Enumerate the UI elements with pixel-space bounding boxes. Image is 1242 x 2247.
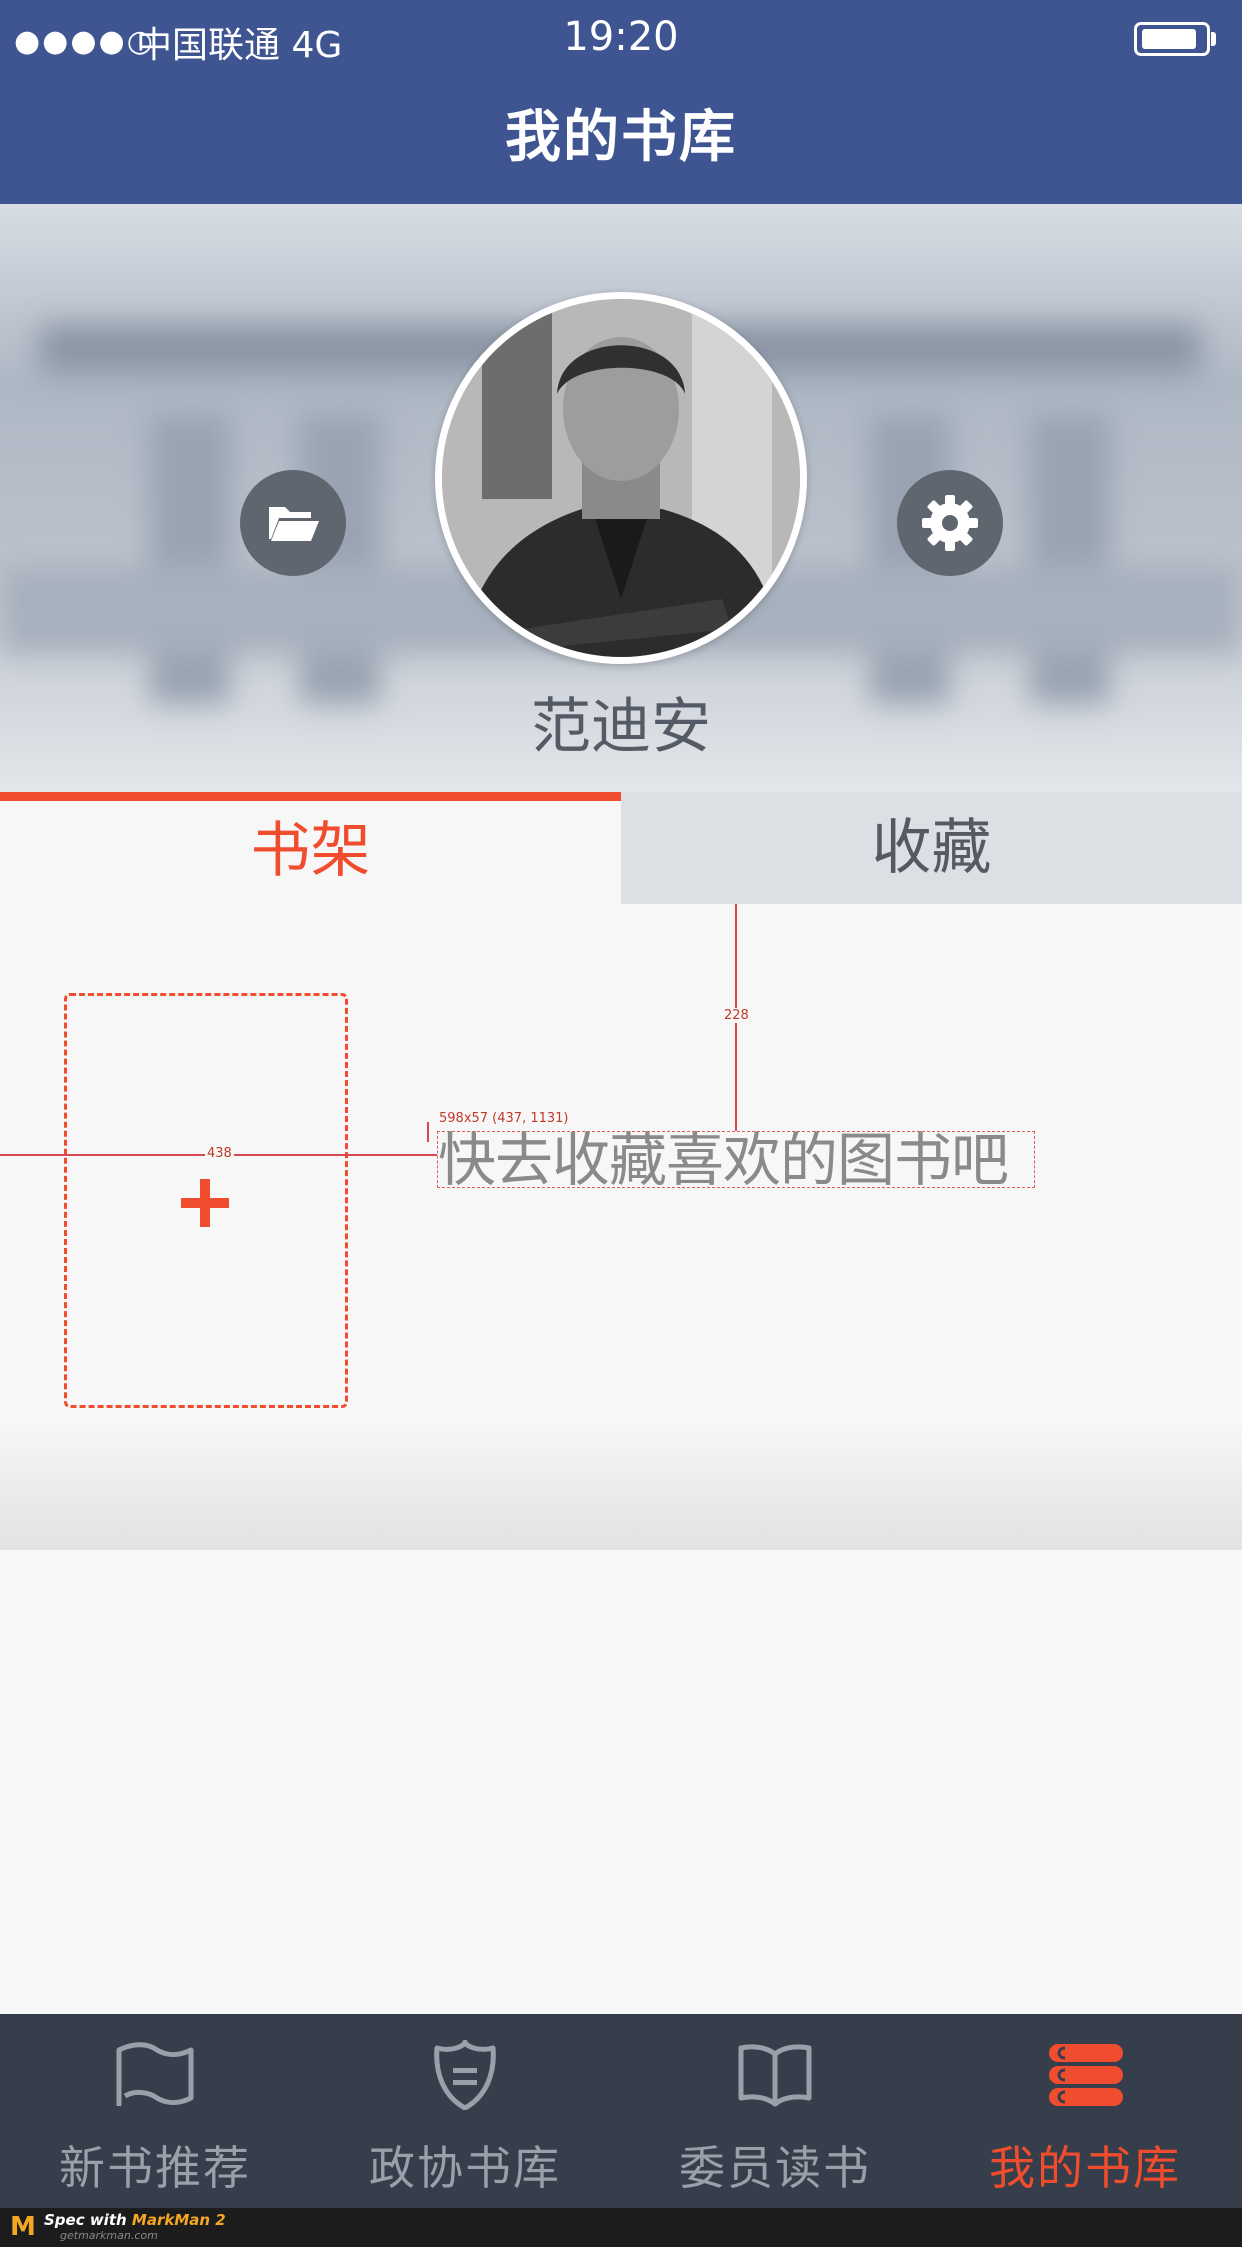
avatar-photo (442, 299, 800, 657)
page-title: 我的书库 (505, 105, 737, 170)
spec-box-label: 598x57 (437, 1131) (439, 1111, 569, 1126)
settings-button[interactable] (897, 470, 1003, 576)
tabbar-item-cppcc-library[interactable]: 政协书库 (310, 2014, 620, 2208)
user-name: 范迪安 (531, 692, 711, 762)
tabbar-item-new-books[interactable]: 新书推荐 (0, 2014, 310, 2208)
tab-bookshelf[interactable]: 书架 (0, 792, 621, 904)
spec-horizontal-distance: 438 (205, 1146, 234, 1161)
markman-credit: Spec with MarkMan 2 (44, 2211, 226, 2229)
library-tabs: 书架 收藏 (0, 792, 1242, 904)
bookshelf-content: 快去收藏喜欢的图书吧 228 438 598x57 (437, 1131) (0, 904, 1242, 1550)
tabbar-label: 我的书库 (989, 2141, 1181, 2195)
folder-button[interactable] (240, 470, 346, 576)
bottom-tab-bar: 新书推荐 政协书库 委员读书 我的书库 (0, 2014, 1242, 2208)
gear-icon (922, 495, 978, 551)
tabbar-label: 新书推荐 (59, 2141, 251, 2195)
spec-vertical-distance: 228 (722, 1008, 751, 1023)
tabbar-item-my-library[interactable]: 我的书库 (930, 2014, 1240, 2208)
tab-favorites[interactable]: 收藏 (621, 792, 1242, 904)
book-stack-icon (1049, 2044, 1123, 2106)
markman-url: getmarkman.com (60, 2229, 158, 2242)
tabbar-label: 政协书库 (369, 2141, 561, 2195)
open-book-icon (738, 2044, 812, 2107)
tabbar-label: 委员读书 (679, 2141, 871, 2195)
empty-hint-text: 快去收藏喜欢的图书吧 (437, 1131, 1035, 1189)
battery-tip (1211, 32, 1216, 46)
markman-logo-icon: M (10, 2212, 36, 2242)
folder-open-icon (269, 507, 319, 541)
status-bar: ●●●●○ 中国联通 4G 19:20 (0, 0, 1242, 78)
flag-icon (116, 2042, 194, 2106)
avatar[interactable] (435, 292, 807, 664)
profile-header: 范迪安 (0, 204, 1242, 792)
shield-icon (434, 2040, 496, 2110)
battery-icon (1134, 22, 1210, 56)
top-bar: ●●●●○ 中国联通 4G 19:20 我的书库 (0, 0, 1242, 204)
markman-footer: M Spec with MarkMan 2 getmarkman.com (0, 2208, 1242, 2247)
add-book-button[interactable] (64, 993, 348, 1408)
tabbar-item-member-reading[interactable]: 委员读书 (620, 2014, 930, 2208)
status-time: 19:20 (563, 14, 679, 60)
